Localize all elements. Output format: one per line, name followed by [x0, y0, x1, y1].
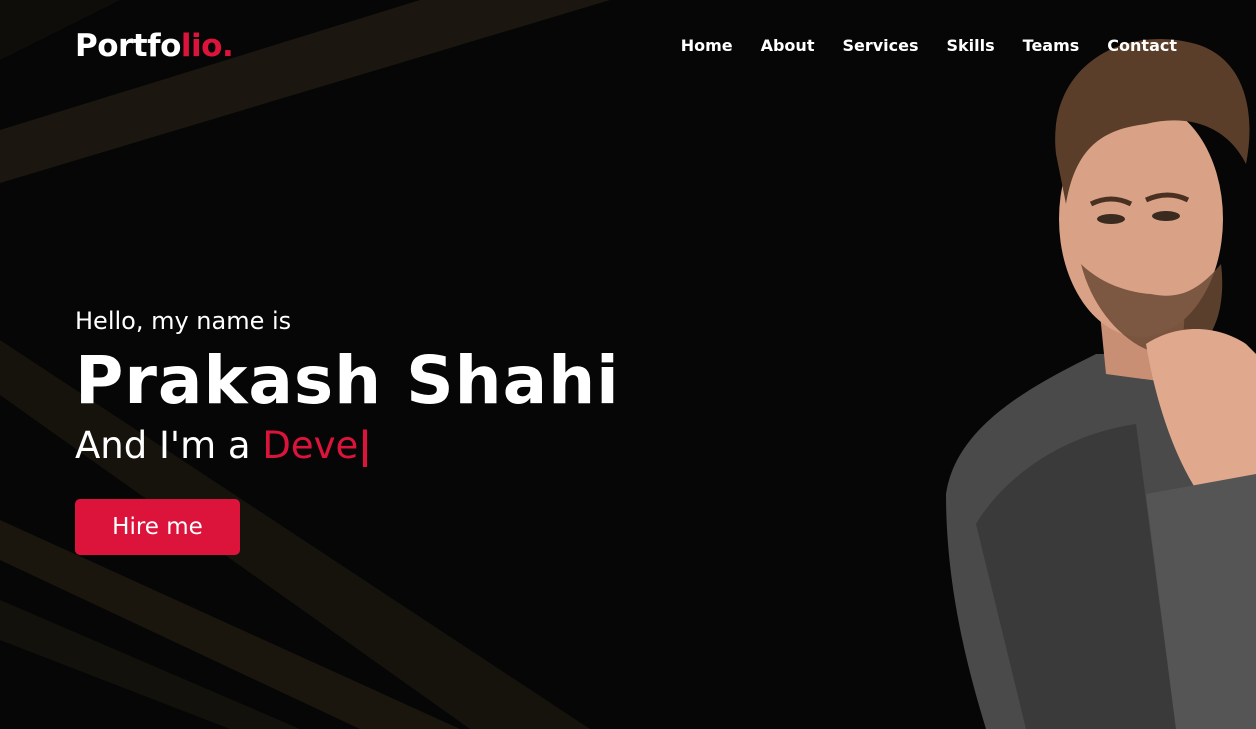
hero-role: And I'm a Deve|: [75, 420, 620, 472]
typing-cursor: |: [358, 424, 372, 467]
hire-me-button[interactable]: Hire me: [75, 499, 240, 555]
hero-intro: Hello, my name is: [75, 307, 292, 335]
hero-section: Hello, my name is Prakash Shahi And I'm …: [75, 300, 620, 555]
hero-name: Prakash Shahi: [75, 342, 620, 419]
eye-shape: [1152, 211, 1180, 221]
navbar: Portfolio. Home About Services Skills Te…: [0, 0, 1256, 92]
logo-prefix: Portfo: [75, 28, 181, 64]
portrait-photo: [946, 38, 1256, 729]
nav-item-teams[interactable]: Teams: [1023, 34, 1080, 58]
nav-item-skills[interactable]: Skills: [947, 34, 995, 58]
role-typed-text: Deve: [262, 424, 359, 467]
nav-item-contact[interactable]: Contact: [1107, 34, 1177, 58]
nav-item-about[interactable]: About: [761, 34, 815, 58]
nav-item-services[interactable]: Services: [842, 34, 918, 58]
nav-menu: Home About Services Skills Teams Contact: [681, 34, 1177, 58]
role-prefix: And I'm a: [75, 424, 263, 467]
logo[interactable]: Portfolio.: [75, 24, 234, 68]
eye-shape: [1097, 214, 1125, 224]
logo-accent: lio.: [180, 28, 234, 64]
nav-item-home[interactable]: Home: [681, 34, 733, 58]
